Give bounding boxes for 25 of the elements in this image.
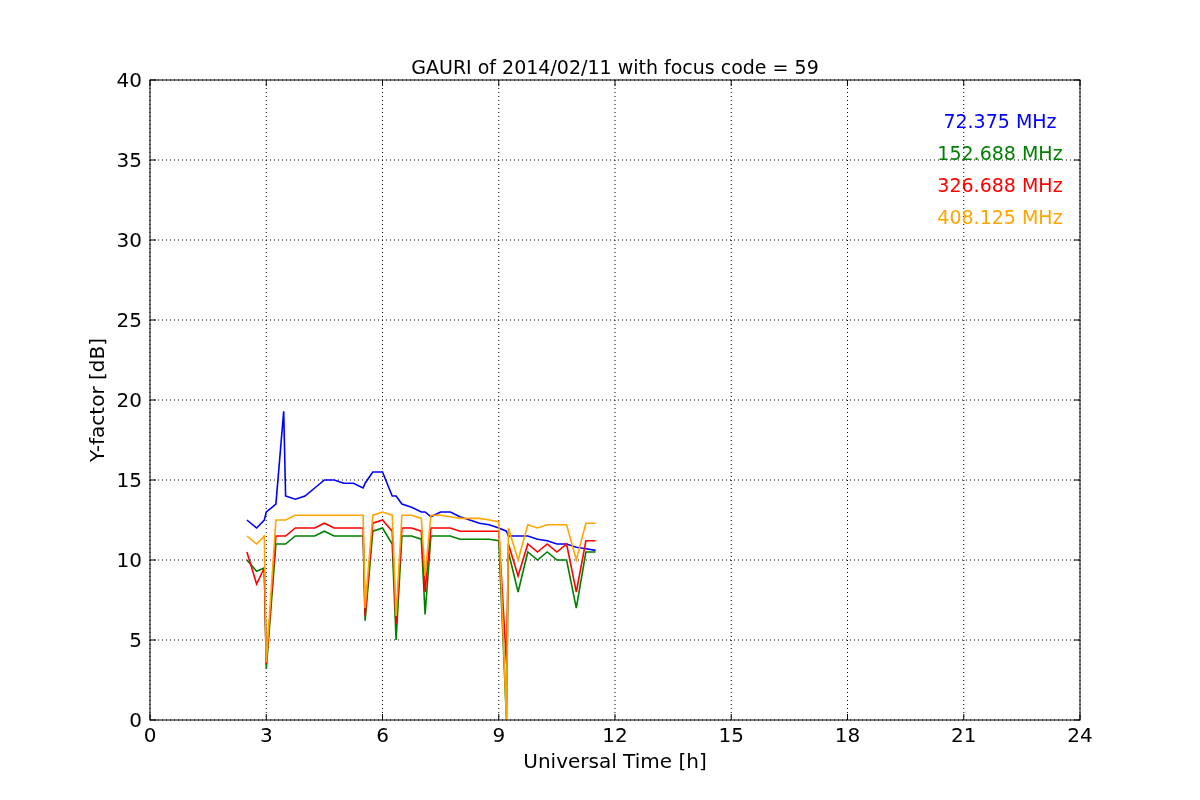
legend-label: 72.375 MHz <box>943 110 1057 132</box>
y-tick-label: 10 <box>116 548 142 572</box>
x-tick-label: 12 <box>602 723 628 747</box>
x-tick-label: 24 <box>1067 723 1093 747</box>
y-tick-label: 40 <box>116 68 142 92</box>
y-tick-label: 0 <box>129 708 142 732</box>
y-tick-label: 25 <box>116 308 142 332</box>
x-axis-label: Universal Time [h] <box>523 749 707 773</box>
x-tick-label: 9 <box>492 723 506 747</box>
x-tick-label: 15 <box>718 723 744 747</box>
chart-title: GAURI of 2014/02/11 with focus code = 59 <box>411 56 819 78</box>
y-tick-label: 15 <box>116 468 142 492</box>
y-tick-label: 35 <box>116 148 142 172</box>
legend-label: 408.125 MHz <box>937 206 1063 228</box>
y-tick-label: 5 <box>129 628 142 652</box>
legend-label: 326.688 MHz <box>937 174 1063 196</box>
x-tick-label: 6 <box>376 723 389 747</box>
x-tick-label: 21 <box>951 723 977 747</box>
y-tick-label: 20 <box>116 388 142 412</box>
x-tick-label: 18 <box>834 723 861 747</box>
y-axis-label: Y-factor [dB] <box>85 338 109 462</box>
x-tick-label: 0 <box>143 723 157 747</box>
y-tick-label: 30 <box>116 228 142 252</box>
x-tick-label: 3 <box>259 723 273 747</box>
legend-label: 152.688 MHz <box>937 142 1063 164</box>
